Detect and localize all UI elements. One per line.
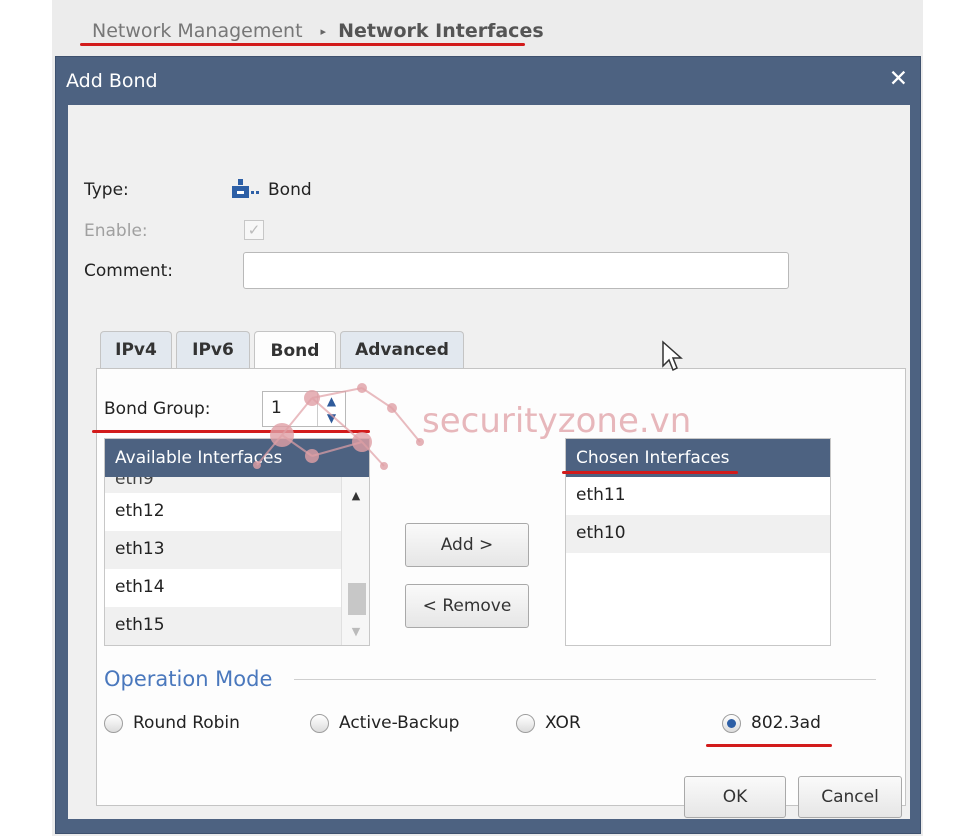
tab-bar: IPv4 IPv6 Bond Advanced: [100, 331, 464, 369]
radio-label: Active-Backup: [339, 713, 460, 733]
dialog-title: Add Bond: [66, 70, 158, 92]
type-label: Type:: [84, 180, 129, 200]
scroll-up-icon[interactable]: ▲: [342, 489, 369, 502]
type-value-text: Bond: [268, 180, 312, 200]
annotation-underline-bond-group: [92, 430, 370, 433]
remove-button[interactable]: < Remove: [405, 584, 529, 628]
list-item-eth13[interactable]: eth13: [105, 531, 369, 569]
available-interfaces-header: Available Interfaces: [105, 439, 369, 477]
scroll-down-icon[interactable]: ▼: [342, 625, 369, 638]
annotation-underline-breadcrumb: [80, 43, 525, 46]
breadcrumb: Network Management ▸ Network Interfaces: [92, 17, 544, 45]
add-bond-dialog: Add Bond ✕ Type: Bond Enable: ✓ Comment:…: [55, 56, 921, 834]
enable-label: Enable:: [84, 221, 148, 241]
section-divider: [294, 679, 876, 680]
bond-icon: [232, 179, 259, 198]
available-scrollbar[interactable]: ▲ ▼: [341, 477, 369, 645]
radio-button[interactable]: [516, 713, 535, 733]
list-item-eth10[interactable]: eth10: [566, 515, 830, 553]
list-item-partial[interactable]: eth9: [105, 477, 369, 493]
tab-ipv6[interactable]: IPv6: [176, 331, 250, 368]
available-interfaces-list[interactable]: Available Interfaces eth9 eth12 eth13 et…: [104, 438, 370, 646]
scrollbar-thumb[interactable]: [348, 583, 366, 615]
annotation-underline-802-3ad: [706, 744, 832, 747]
stepper-buttons: ▲ ▼: [317, 392, 345, 426]
radio-round-robin[interactable]: Round Robin: [104, 713, 240, 733]
breadcrumb-network-management[interactable]: Network Management: [92, 20, 303, 42]
close-icon[interactable]: ✕: [889, 66, 908, 92]
annotation-underline-chosen: [562, 471, 738, 474]
dialog-body: Type: Bond Enable: ✓ Comment: IPv4 IPv6 …: [68, 105, 910, 819]
list-item-eth15[interactable]: eth15: [105, 607, 369, 645]
add-button[interactable]: Add >: [405, 523, 529, 567]
chevron-down-icon[interactable]: ▼: [318, 409, 345, 426]
radio-label: XOR: [545, 713, 581, 733]
radio-label: 802.3ad: [751, 713, 821, 733]
list-item-eth12[interactable]: eth12: [105, 493, 369, 531]
radio-button-selected[interactable]: [722, 713, 741, 733]
breadcrumb-separator-icon: ▸: [320, 24, 327, 38]
radio-active-backup[interactable]: Active-Backup: [310, 713, 459, 733]
tab-advanced[interactable]: Advanced: [340, 331, 464, 368]
list-item-eth11[interactable]: eth11: [566, 477, 830, 515]
list-item-eth14[interactable]: eth14: [105, 569, 369, 607]
comment-field[interactable]: [243, 252, 789, 289]
bond-group-label: Bond Group:: [104, 399, 211, 419]
operation-mode-title: Operation Mode: [104, 667, 273, 691]
bond-group-stepper[interactable]: 1 ▲ ▼: [262, 391, 346, 427]
breadcrumb-network-interfaces[interactable]: Network Interfaces: [338, 20, 544, 42]
mouse-cursor-icon: [662, 340, 683, 372]
tab-bond[interactable]: Bond: [254, 331, 336, 369]
tab-ipv4[interactable]: IPv4: [100, 331, 172, 368]
chosen-interfaces-list[interactable]: Chosen Interfaces eth11 eth10: [565, 438, 831, 646]
radio-802-3ad[interactable]: 802.3ad: [722, 713, 821, 733]
type-value: Bond: [232, 179, 312, 201]
cancel-button[interactable]: Cancel: [798, 776, 902, 818]
radio-xor[interactable]: XOR: [516, 713, 581, 733]
comment-label: Comment:: [84, 261, 174, 281]
radio-button[interactable]: [310, 713, 329, 733]
enable-checkbox: ✓: [244, 220, 264, 240]
bond-group-value[interactable]: 1: [271, 398, 282, 418]
radio-button[interactable]: [104, 713, 123, 733]
chevron-up-icon[interactable]: ▲: [318, 392, 345, 409]
radio-label: Round Robin: [133, 713, 240, 733]
ok-button[interactable]: OK: [684, 776, 786, 818]
